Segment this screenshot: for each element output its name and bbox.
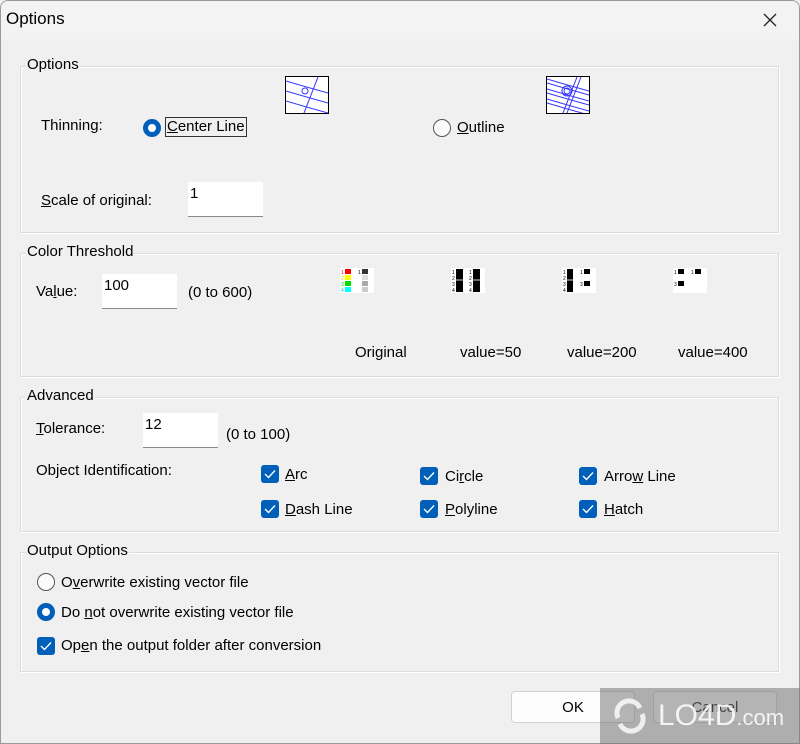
svg-text:1: 1 [691,270,694,276]
center-line-preview [285,76,329,114]
close-button[interactable] [753,7,787,33]
close-icon [763,13,777,27]
sample-caption-original: Original [355,344,407,361]
svg-text:1: 1 [674,270,677,276]
arrow-line-checkbox[interactable] [579,467,597,485]
output-options-group: Output Options Overwrite existing vector… [20,542,779,672]
svg-text:4: 4 [452,288,455,293]
sample-value-200: 1234 13 [562,268,596,294]
advanced-title: Advanced [26,387,95,405]
checkmark-icon [582,472,594,481]
object-identification-label: Object Identification: [36,462,172,479]
title-bar: Options [1,1,799,39]
advanced-group: Advanced Tolerance: (0 to 100) Object Id… [20,387,779,532]
hatch-label[interactable]: Hatch [604,501,643,518]
sample-original: 1 2 3 4 1 [340,268,374,294]
svg-text:3: 3 [580,282,583,288]
hatch-checkbox[interactable] [579,500,597,518]
threshold-range-hint: (0 to 600) [188,284,253,301]
options-group-title: Options [26,56,80,74]
sample-value-50-image: 1234 1234 [452,269,480,294]
watermark: LO4D.com [600,688,800,744]
outline-label[interactable]: Outline [457,119,505,136]
tolerance-hint: (0 to 100) [226,426,291,443]
checkmark-icon [264,470,276,479]
outline-preview [546,76,590,116]
svg-text:1: 1 [580,270,583,276]
polyline-label[interactable]: Polyline [445,501,498,518]
sample-caption-value-50: value=50 [460,344,522,361]
svg-text:1: 1 [358,270,361,276]
arc-checkbox[interactable] [261,465,279,483]
dash-line-checkbox[interactable] [261,500,279,518]
checkmark-icon [582,505,594,514]
sample-value-50: 1234 1234 [451,268,485,294]
sample-value-400-image: 1 3 1 [674,269,701,288]
watermark-suffix: .com [736,705,785,730]
polyline-checkbox[interactable] [420,500,438,518]
watermark-brand: LO4D [658,699,737,732]
window-title: Options [6,9,65,28]
svg-text:3: 3 [674,282,677,288]
sample-value-200-image: 1234 13 [563,269,590,294]
svg-text:4: 4 [341,288,344,293]
thinning-label: Thinning: [41,117,103,134]
outline-radio[interactable] [433,119,451,137]
color-threshold-title: Color Threshold [26,243,135,261]
outline-preview-image [546,76,590,116]
open-folder-checkbox[interactable] [37,637,55,655]
checkmark-icon [40,642,52,651]
svg-text:4: 4 [563,288,566,293]
overwrite-radio[interactable] [37,573,55,591]
sample-caption-value-200: value=200 [567,344,637,361]
options-dialog: Options Options Thinning: Center Line Ou… [0,0,800,744]
scale-label: Scale of original: [41,192,152,209]
sample-original-image: 1 2 3 4 1 [341,269,368,294]
center-line-radio[interactable] [143,119,161,137]
center-line-text: enter Line [177,118,245,135]
open-folder-label[interactable]: Open the output folder after conversion [61,637,321,654]
threshold-value-input[interactable] [102,274,177,309]
do-not-overwrite-label[interactable]: Do not overwrite existing vector file [61,604,294,621]
checkmark-icon [264,505,276,514]
circle-checkbox[interactable] [420,467,438,485]
sample-value-400: 1 3 1 [673,268,707,293]
overwrite-label[interactable]: Overwrite existing vector file [61,574,249,591]
do-not-overwrite-radio[interactable] [37,603,55,621]
checkmark-icon [423,472,435,481]
tolerance-input[interactable] [143,413,218,448]
circle-label[interactable]: Circle [445,468,483,485]
value-label: Value: [36,283,78,300]
checkmark-icon [423,505,435,514]
tolerance-label: Tolerance: [36,420,106,437]
arc-label[interactable]: Arc [285,466,308,483]
sample-caption-value-400: value=400 [678,344,748,361]
output-options-title: Output Options [26,542,129,560]
color-threshold-group: Color Threshold Value: (0 to 600) 1 2 3 … [20,243,779,377]
options-group: Options Thinning: Center Line Outline Sc… [20,56,779,233]
dash-line-label[interactable]: Dash Line [285,501,353,518]
watermark-text: LO4D.com [658,699,784,733]
svg-text:4: 4 [469,288,472,293]
lo4d-logo-icon [614,698,646,734]
center-line-preview-image [285,76,329,114]
arrow-line-label[interactable]: Arrow Line [604,468,676,485]
scale-input[interactable] [188,182,263,217]
center-line-label[interactable]: Center Line [165,117,247,137]
